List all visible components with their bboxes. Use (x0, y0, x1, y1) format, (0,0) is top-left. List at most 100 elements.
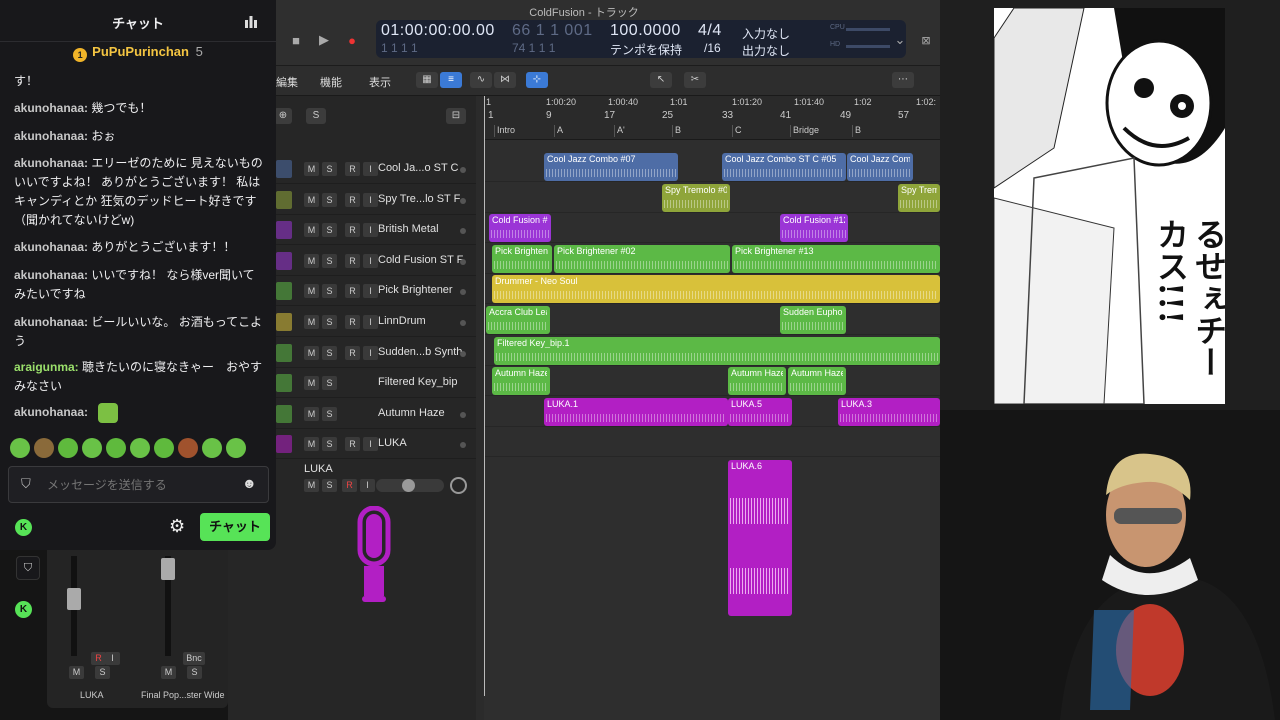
record-button[interactable]: R (345, 437, 360, 452)
chat-username[interactable]: akunohanaa: (14, 268, 88, 282)
solo-button[interactable]: S (322, 284, 337, 299)
mute-button[interactable]: M (304, 253, 319, 268)
luka-record-button[interactable]: R (342, 479, 357, 492)
chat-username[interactable]: akunohanaa: (14, 240, 88, 254)
k-badge-icon[interactable]: K (15, 601, 32, 618)
input-button[interactable]: I (363, 253, 378, 268)
input-button[interactable]: I (363, 223, 378, 238)
luka-input-button[interactable]: I (360, 479, 375, 492)
region[interactable]: Pick Brightener #02 (554, 244, 730, 273)
pinned-user[interactable]: PuPuPurinchan (92, 44, 189, 59)
strip1-mute-button[interactable]: M (69, 666, 84, 679)
list-view-icon[interactable]: ≡ (440, 72, 462, 88)
chevron-down-icon[interactable]: ⌄ (892, 32, 908, 48)
stop-icon[interactable]: ■ (288, 32, 304, 48)
message-input[interactable] (47, 477, 237, 493)
solo-button[interactable]: S (322, 376, 337, 391)
strip1-fader[interactable] (67, 588, 81, 610)
close-icon[interactable]: ⊠ (918, 32, 934, 48)
solo-button[interactable]: S (322, 162, 337, 176)
track-lane[interactable] (484, 366, 940, 397)
strip1-input-button[interactable]: I (105, 652, 120, 665)
strip2-mute-button[interactable]: M (161, 666, 176, 679)
chat-username[interactable]: akunohanaa: (14, 405, 88, 419)
emote-icon[interactable] (178, 438, 198, 458)
new-track-icon[interactable]: ⊕ (274, 108, 292, 124)
emote-icon[interactable] (154, 438, 174, 458)
shield-icon[interactable]: ⛉ (21, 476, 31, 492)
region[interactable]: Autumn Haze (728, 367, 786, 396)
input-button[interactable]: I (363, 437, 378, 452)
region[interactable]: Accra Club Lea (486, 306, 550, 334)
automation-icon[interactable]: ∿ (470, 72, 492, 88)
region[interactable]: Cool Jazz Combo ST C #05 (722, 153, 846, 181)
strip2-fader[interactable] (161, 558, 175, 580)
play-icon[interactable]: ▶ (316, 32, 332, 48)
luka-mute-button[interactable]: M (304, 479, 319, 492)
emote-icon[interactable] (58, 438, 78, 458)
luka-solo-button[interactable]: S (322, 479, 337, 492)
region[interactable]: LUKA.3 (838, 397, 940, 426)
message-box[interactable]: ⛉ ☻ (8, 466, 269, 503)
arrangement-marker[interactable]: C (732, 125, 742, 137)
mute-button[interactable]: M (304, 437, 319, 452)
chat-username[interactable]: akunohanaa: (14, 156, 88, 170)
mute-button[interactable]: M (304, 192, 319, 207)
playhead[interactable] (484, 96, 485, 696)
menu-edit[interactable]: 編集 (276, 74, 298, 90)
record-button[interactable]: R (345, 162, 360, 176)
emote-icon[interactable] (10, 438, 30, 458)
gear-icon[interactable]: ⚙ (169, 516, 185, 537)
mute-button[interactable]: M (304, 284, 319, 299)
solo-button[interactable]: S (322, 406, 337, 421)
region[interactable]: Autumn Haze (788, 367, 846, 396)
input-button[interactable]: I (363, 284, 378, 299)
pointer-tool-icon[interactable]: ↖ (650, 72, 672, 88)
strip1-solo-button[interactable]: S (95, 666, 110, 679)
track-lane[interactable] (484, 213, 940, 244)
record-button[interactable]: R (345, 345, 360, 360)
record-button[interactable]: R (345, 315, 360, 329)
menu-functions[interactable]: 機能 (320, 74, 342, 90)
region[interactable]: Cold Fusion # (489, 214, 551, 243)
global-solo-button[interactable]: S (306, 108, 326, 124)
track-lane[interactable] (484, 427, 940, 458)
arrangement-marker[interactable]: Bridge (790, 125, 819, 137)
region[interactable]: Pick Brightener #13 (732, 244, 940, 273)
record-button[interactable]: R (345, 192, 360, 207)
record-icon[interactable]: ● (344, 32, 360, 48)
users-icon[interactable] (244, 14, 258, 28)
region[interactable]: Sudden Euphor (780, 306, 846, 334)
solo-button[interactable]: S (322, 253, 337, 268)
region[interactable]: Filtered Key_bip.1 (494, 336, 940, 365)
emote-icon[interactable] (202, 438, 222, 458)
flex-icon[interactable]: ⋈ (494, 72, 516, 88)
shield-icon[interactable]: ⛉ (16, 556, 40, 580)
emote-icon[interactable] (82, 438, 102, 458)
solo-button[interactable]: S (322, 345, 337, 360)
emote-icon[interactable] (226, 438, 246, 458)
mute-button[interactable]: M (304, 162, 319, 176)
strip2-solo-button[interactable]: S (187, 666, 202, 679)
strip1-record-button[interactable]: R (91, 652, 106, 665)
bounce-button[interactable]: Bnc (183, 652, 205, 665)
mute-button[interactable]: M (304, 376, 319, 391)
scissors-tool-icon[interactable]: ✂ (684, 72, 706, 88)
lcd-display[interactable]: 01:00:00:00.00 1 1 1 1 66 1 1 001 74 1 1… (376, 20, 906, 58)
k-badge-icon[interactable]: K (15, 519, 32, 536)
emoji-icon[interactable]: ☻ (242, 475, 257, 491)
arrangement-marker[interactable]: B (672, 125, 681, 137)
record-button[interactable]: R (345, 284, 360, 299)
solo-button[interactable]: S (322, 192, 337, 207)
luka-pan-knob[interactable] (450, 477, 467, 494)
chat-send-button[interactable]: チャット (200, 513, 270, 541)
region[interactable]: Autumn Haze (492, 367, 550, 396)
mute-button[interactable]: M (304, 345, 319, 360)
luka-volume-knob[interactable] (402, 479, 415, 492)
record-button[interactable]: R (345, 223, 360, 238)
chat-username[interactable]: akunohanaa: (14, 315, 88, 329)
audio-region[interactable]: LUKA.6 (728, 460, 792, 616)
arrangement-marker[interactable]: A' (614, 125, 625, 137)
mute-button[interactable]: M (304, 406, 319, 421)
solo-button[interactable]: S (322, 223, 337, 238)
